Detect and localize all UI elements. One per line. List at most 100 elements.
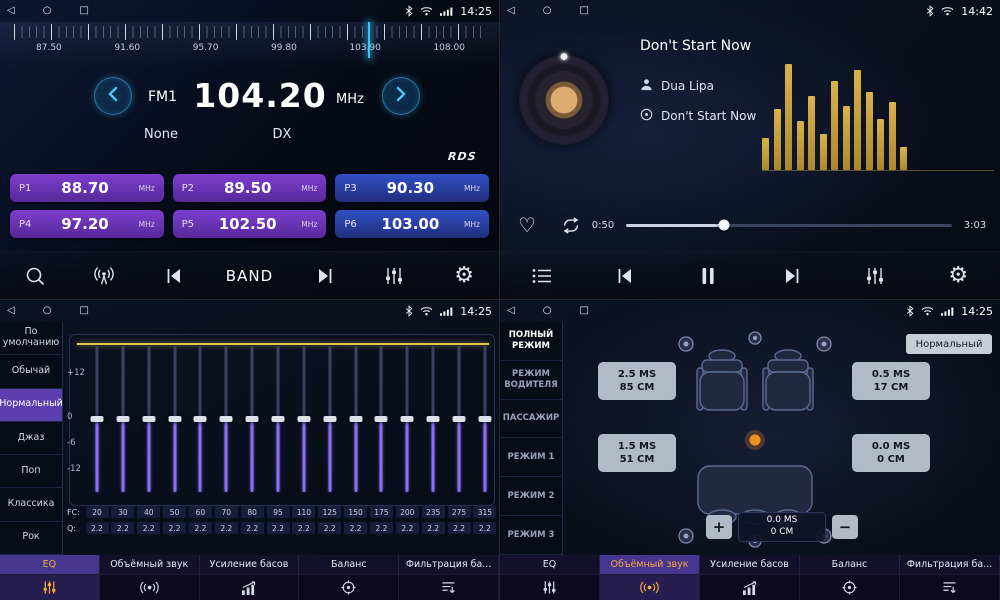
progress-knob[interactable] <box>718 220 729 231</box>
surround-mode-item[interactable]: РЕЖИМ 1 <box>500 438 562 477</box>
surround-mode-item[interactable]: ПОЛНЫЙ РЕЖИМ <box>500 322 562 361</box>
tab-filter[interactable]: Фильтрация ба... <box>399 555 499 574</box>
previous-track-icon[interactable] <box>607 258 643 294</box>
home-icon[interactable]: ○ <box>43 6 52 16</box>
eq-icon[interactable] <box>500 575 600 600</box>
eq-slider-knob[interactable] <box>246 416 259 422</box>
eq-preset-item[interactable]: Классика <box>0 488 62 521</box>
recents-icon[interactable]: □ <box>79 6 88 16</box>
previous-track-icon[interactable] <box>156 258 192 294</box>
eq-slider-knob[interactable] <box>142 416 155 422</box>
filter-icon[interactable] <box>900 575 1000 600</box>
back-icon[interactable]: ◁ <box>7 306 15 316</box>
sound-profile-button[interactable]: Нормальный <box>906 334 992 354</box>
eq-band-slider[interactable] <box>167 346 183 492</box>
eq-preset-item[interactable]: Обычай <box>0 355 62 388</box>
back-icon[interactable]: ◁ <box>7 6 15 16</box>
eq-band-slider[interactable] <box>477 346 493 492</box>
tab-eq[interactable]: EQ <box>0 555 100 574</box>
radio-preset-p3[interactable]: P390.30MHz <box>335 174 489 202</box>
radio-preset-p5[interactable]: P5102.50MHz <box>173 210 327 238</box>
eq-band-slider[interactable] <box>218 346 234 492</box>
tab-bass-boost[interactable]: Усиление басов <box>700 555 800 574</box>
eq-slider-knob[interactable] <box>427 416 440 422</box>
back-icon[interactable]: ◁ <box>507 306 515 316</box>
eq-band-slider[interactable] <box>244 346 260 492</box>
eq-slider-knob[interactable] <box>349 416 362 422</box>
eq-band-slider[interactable] <box>89 346 105 492</box>
radio-preset-p1[interactable]: P188.70MHz <box>10 174 164 202</box>
surround-mode-item[interactable]: РЕЖИМ 3 <box>500 516 562 555</box>
surround-mode-item[interactable]: ПАССАЖИР <box>500 400 562 439</box>
seek-down-button[interactable] <box>94 77 132 115</box>
tab-surround-sound[interactable]: Объёмный звук <box>100 555 200 574</box>
filter-icon[interactable] <box>399 575 499 600</box>
eq-slider-knob[interactable] <box>323 416 336 422</box>
eq-slider-knob[interactable] <box>453 416 466 422</box>
recents-icon[interactable]: □ <box>579 306 588 316</box>
eq-preset-item[interactable]: По умолчанию <box>0 322 62 355</box>
surround-mode-item[interactable]: РЕЖИМ 2 <box>500 477 562 516</box>
seek-up-button[interactable] <box>382 77 420 115</box>
eq-slider-knob[interactable] <box>272 416 285 422</box>
eq-band-slider[interactable] <box>348 346 364 492</box>
tab-balance[interactable]: Баланс <box>800 555 900 574</box>
delay-chip-front-right[interactable]: 0.5 MS17 CM <box>852 362 930 400</box>
eq-icon[interactable] <box>0 575 100 600</box>
recents-icon[interactable]: □ <box>579 6 588 16</box>
home-icon[interactable]: ○ <box>543 306 552 316</box>
broadcast-icon[interactable] <box>86 258 122 294</box>
frequency-scale[interactable] <box>14 26 485 38</box>
eq-slider-knob[interactable] <box>375 416 388 422</box>
home-icon[interactable]: ○ <box>543 6 552 16</box>
bass-boost-icon[interactable] <box>700 575 800 600</box>
settings-icon[interactable]: ⚙ <box>446 258 482 294</box>
search-icon[interactable] <box>17 258 53 294</box>
bass-boost-icon[interactable] <box>200 575 300 600</box>
back-icon[interactable]: ◁ <box>507 6 515 16</box>
radio-preset-p6[interactable]: P6103.00MHz <box>335 210 489 238</box>
eq-band-slider[interactable] <box>115 346 131 492</box>
eq-band-slider[interactable] <box>322 346 338 492</box>
delay-decrease-button[interactable]: − <box>832 515 858 539</box>
next-track-icon[interactable] <box>307 258 343 294</box>
home-icon[interactable]: ○ <box>43 306 52 316</box>
pause-icon[interactable] <box>690 258 726 294</box>
tab-bass-boost[interactable]: Усиление басов <box>200 555 300 574</box>
seek-bar[interactable] <box>626 224 952 227</box>
eq-slider-knob[interactable] <box>116 416 129 422</box>
eq-preset-item[interactable]: Нормальный <box>0 389 62 422</box>
settings-icon[interactable]: ⚙ <box>940 258 976 294</box>
radio-preset-p2[interactable]: P289.50MHz <box>173 174 327 202</box>
radio-preset-p4[interactable]: P497.20MHz <box>10 210 164 238</box>
delay-chip-front-left[interactable]: 2.5 MS85 CM <box>598 362 676 400</box>
band-button[interactable]: BAND <box>226 258 273 294</box>
eq-preset-item[interactable]: Рок <box>0 522 62 555</box>
surround-icon[interactable] <box>100 575 200 600</box>
eq-preset-item[interactable]: Джаз <box>0 422 62 455</box>
eq-slider-knob[interactable] <box>220 416 233 422</box>
repeat-icon[interactable] <box>554 217 588 234</box>
surround-mode-item[interactable]: РЕЖИМ ВОДИТЕЛЯ <box>500 361 562 400</box>
eq-band-slider[interactable] <box>451 346 467 492</box>
eq-slider-knob[interactable] <box>91 416 104 422</box>
favorite-icon[interactable]: ♡ <box>518 215 554 235</box>
delay-increase-button[interactable]: + <box>706 515 732 539</box>
eq-slider-knob[interactable] <box>297 416 310 422</box>
tab-filter[interactable]: Фильтрация ба... <box>900 555 1000 574</box>
delay-chip-rear-right[interactable]: 0.0 MS0 CM <box>852 434 930 472</box>
delay-chip-rear-left[interactable]: 1.5 MS51 CM <box>598 434 676 472</box>
eq-band-slider[interactable] <box>141 346 157 492</box>
balance-icon[interactable] <box>800 575 900 600</box>
eq-band-slider[interactable] <box>399 346 415 492</box>
eq-band-slider[interactable] <box>425 346 441 492</box>
tab-surround-sound[interactable]: Объёмный звук <box>600 555 700 574</box>
surround-icon[interactable] <box>600 575 700 600</box>
equalizer-icon[interactable] <box>376 258 412 294</box>
eq-slider-knob[interactable] <box>401 416 414 422</box>
eq-band-slider[interactable] <box>270 346 286 492</box>
balance-icon[interactable] <box>299 575 399 600</box>
eq-preset-item[interactable]: Поп <box>0 455 62 488</box>
eq-slider-knob[interactable] <box>168 416 181 422</box>
equalizer-icon[interactable] <box>857 258 893 294</box>
